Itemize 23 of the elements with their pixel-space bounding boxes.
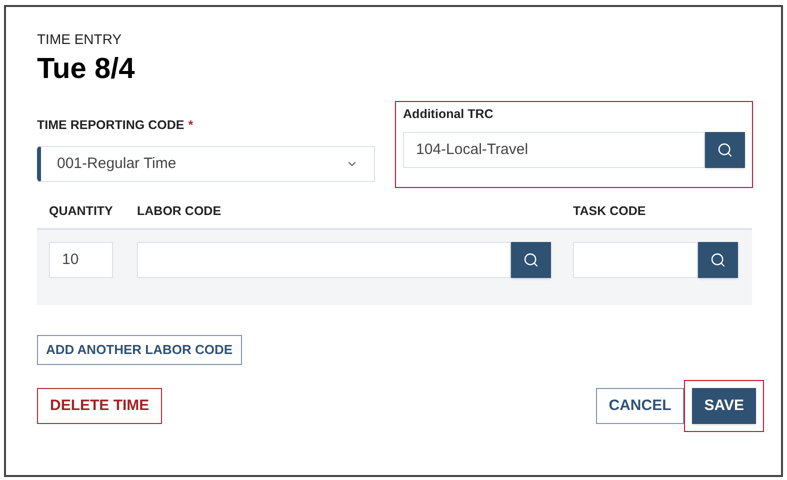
- search-button[interactable]: [705, 132, 745, 168]
- input-field[interactable]: 104-Local-Travel: [403, 132, 705, 168]
- save-button[interactable]: SAVE: [692, 388, 756, 424]
- input-field[interactable]: [573, 242, 698, 278]
- search-button[interactable]: [511, 242, 551, 278]
- select-field[interactable]: 001-Regular Time: [37, 146, 376, 182]
- add-labor-code-button[interactable]: ADD ANOTHER LABOR CODE: [37, 335, 242, 365]
- field-label: Additional TRC: [403, 106, 494, 123]
- search-icon: [523, 252, 539, 268]
- dialog-eyebrow: TIME ENTRY: [37, 30, 123, 49]
- search-icon: [717, 142, 733, 158]
- cancel-button[interactable]: CANCEL: [596, 388, 684, 424]
- search-icon: [710, 252, 726, 268]
- input-field[interactable]: [137, 242, 511, 278]
- quantity-field[interactable]: 10: [49, 242, 113, 278]
- column-header: TASK CODE: [573, 203, 646, 220]
- search-button[interactable]: [698, 242, 738, 278]
- delete-button[interactable]: DELETE TIME: [37, 388, 162, 424]
- dialog-title: Tue 8/4: [37, 52, 136, 87]
- column-header: QUANTITY: [49, 203, 114, 220]
- required-mark: *: [188, 117, 194, 134]
- field-label: TIME REPORTING CODE: [37, 117, 184, 134]
- column-header: LABOR CODE: [137, 203, 222, 220]
